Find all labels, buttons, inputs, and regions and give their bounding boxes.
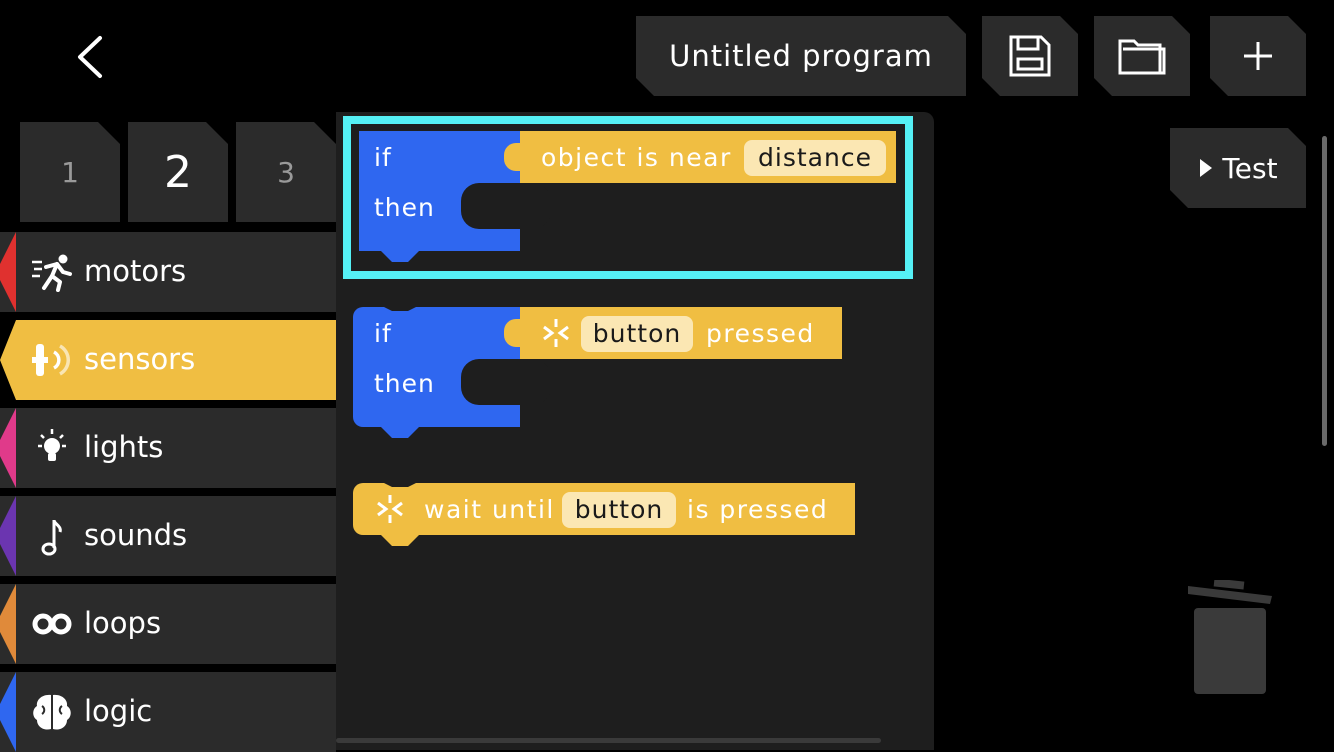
distance-param[interactable]: distance — [744, 140, 886, 176]
category-label: loops — [84, 606, 162, 640]
lightbulb-icon — [38, 429, 66, 461]
back-chevron-icon[interactable] — [70, 34, 110, 80]
category-label: lights — [84, 430, 164, 464]
page-tab-3[interactable]: 3 — [236, 122, 336, 222]
page-tab-label: 3 — [277, 155, 295, 189]
pressed-label: pressed — [706, 319, 815, 348]
sensor-icon — [32, 344, 70, 376]
folder-icon — [1117, 35, 1167, 77]
page-tab-label: 2 — [164, 146, 192, 198]
then-slot[interactable] — [461, 359, 551, 405]
category-logic[interactable]: logic — [0, 672, 336, 752]
trash-can-icon[interactable] — [1186, 580, 1276, 700]
condition-label: object is near — [541, 143, 732, 172]
test-button[interactable]: Test — [1170, 128, 1306, 208]
button-param[interactable]: button — [581, 316, 693, 352]
program-title: Untitled program — [669, 39, 933, 73]
category-color-stripe — [0, 408, 16, 488]
brain-icon — [33, 694, 71, 730]
category-label: sensors — [84, 342, 196, 376]
category-color-stripe — [0, 672, 16, 752]
wait-until-label: wait until — [424, 495, 555, 524]
category-motors[interactable]: motors — [0, 232, 336, 312]
save-button[interactable] — [982, 16, 1078, 96]
category-color-stripe — [0, 232, 16, 312]
button-press-icon — [543, 319, 569, 347]
open-folder-button[interactable] — [1094, 16, 1190, 96]
test-label: Test — [1222, 151, 1278, 185]
condition-connector — [504, 143, 528, 171]
page-tab-2[interactable]: 2 — [128, 122, 228, 222]
vertical-scrollbar[interactable] — [1322, 136, 1327, 446]
page-tab-1[interactable]: 1 — [20, 122, 120, 222]
infinity-icon — [32, 613, 72, 635]
category-color-stripe — [0, 496, 16, 576]
button-param[interactable]: button — [562, 492, 676, 528]
page-tab-label: 1 — [61, 155, 79, 189]
plus-icon — [1241, 39, 1275, 73]
then-label: then — [374, 369, 435, 398]
category-sounds[interactable]: sounds — [0, 496, 336, 576]
then-label: then — [374, 193, 435, 222]
category-label: logic — [84, 694, 153, 728]
category-sensors[interactable]: sensors — [0, 320, 336, 400]
program-title-button[interactable]: Untitled program — [636, 16, 966, 96]
floppy-disk-icon — [1007, 33, 1053, 79]
music-note-icon — [41, 519, 62, 556]
horizontal-scrollbar[interactable] — [336, 738, 881, 743]
category-lights[interactable]: lights — [0, 408, 336, 488]
add-program-button[interactable] — [1210, 16, 1306, 96]
condition-connector — [504, 319, 528, 347]
category-color-stripe — [0, 584, 16, 664]
is-pressed-label: is pressed — [687, 495, 829, 524]
if-label: if — [374, 319, 392, 348]
play-icon — [1198, 157, 1214, 179]
if-label: if — [374, 143, 392, 172]
button-press-icon — [377, 495, 403, 523]
category-label: sounds — [84, 518, 188, 552]
category-loops[interactable]: loops — [0, 584, 336, 664]
category-label: motors — [84, 254, 187, 288]
running-person-icon — [32, 254, 72, 292]
then-slot[interactable] — [461, 183, 551, 229]
